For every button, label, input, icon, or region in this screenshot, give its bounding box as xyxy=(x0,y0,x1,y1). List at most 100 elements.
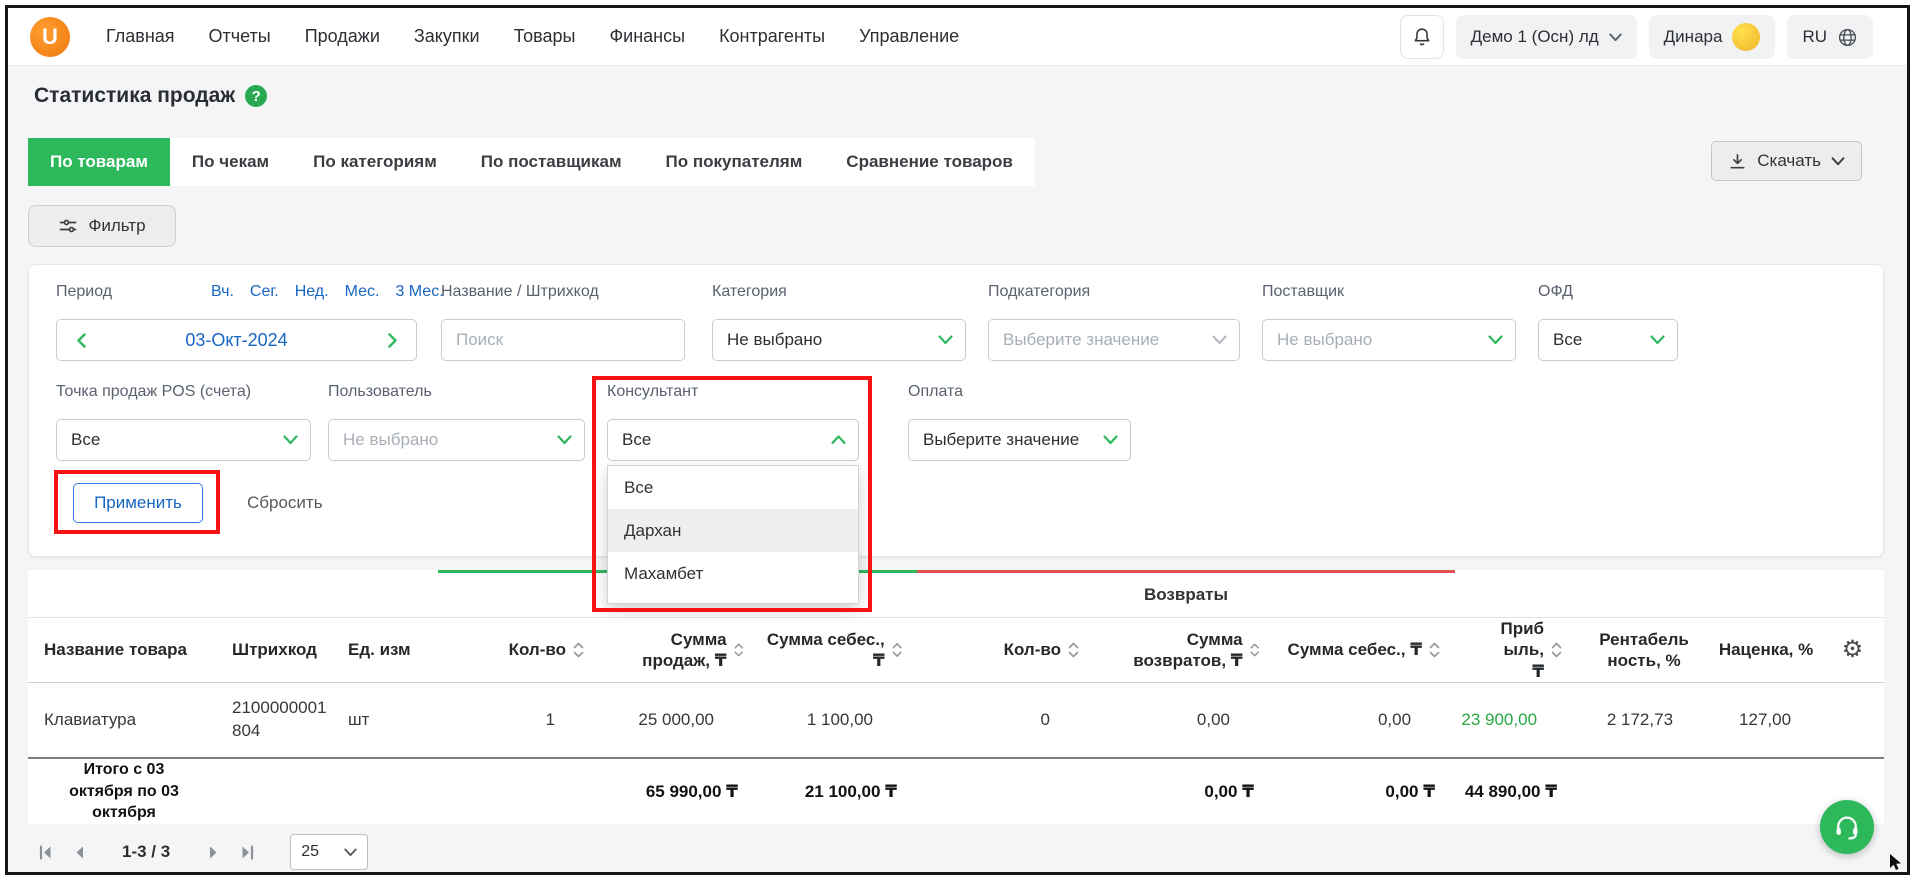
consultant-option-all[interactable]: Все xyxy=(608,466,858,509)
column-header-sales-sum[interactable]: Сумма продаж, ₸ xyxy=(599,617,758,683)
user-name: Динара xyxy=(1663,27,1723,46)
filter-icon xyxy=(60,219,77,233)
column-header-profit[interactable]: Прибыль, ₸ xyxy=(1455,617,1578,683)
column-settings-button[interactable]: ⚙ xyxy=(1821,617,1885,683)
quick-yesterday[interactable]: Вч. xyxy=(211,283,234,301)
support-chat-button[interactable] xyxy=(1820,800,1874,854)
column-header-cost-sum[interactable]: Сумма себес., ₸ xyxy=(758,617,917,683)
date-display[interactable]: 03-Окт-2024 xyxy=(105,320,368,360)
field-category: Категория Не выбрано xyxy=(712,283,966,361)
page-size-select[interactable]: 25 xyxy=(290,834,369,870)
totals-row: Итого с 03 октября по 03 октября 65 990,… xyxy=(28,757,1885,825)
pos-select[interactable]: Все xyxy=(56,419,311,461)
tab-by-buyers[interactable]: По покупателям xyxy=(643,138,825,186)
nav-item-sales[interactable]: Продажи xyxy=(305,26,380,47)
nav-item-counterparties[interactable]: Контрагенты xyxy=(719,26,825,47)
ofd-select[interactable]: Все xyxy=(1538,319,1678,361)
sort-icon xyxy=(1429,642,1440,658)
category-select[interactable]: Не выбрано xyxy=(712,319,966,361)
tab-by-categories[interactable]: По категориям xyxy=(291,138,459,186)
supplier-select[interactable]: Не выбрано xyxy=(1262,319,1516,361)
profitability-cell: 2 172,73 xyxy=(1606,710,1674,729)
totals-sales-sum: 65 990,00 ₸ xyxy=(599,757,758,825)
qty-cell: 1 xyxy=(545,710,555,729)
column-header-qty[interactable]: Кол-во xyxy=(438,617,599,683)
help-icon[interactable]: ? xyxy=(245,85,268,107)
chevron-up-icon xyxy=(831,435,846,445)
return-cost-cell: 0,00 xyxy=(1377,710,1412,729)
nav-item-products[interactable]: Товары xyxy=(514,26,576,47)
company-name: Демо 1 (Осн) лд xyxy=(1470,27,1599,46)
app-logo[interactable]: U xyxy=(30,16,70,57)
column-header-return-qty[interactable]: Кол-во xyxy=(917,617,1094,683)
field-subcategory: Подкатегория Выберите значение xyxy=(988,283,1240,361)
download-icon xyxy=(1730,153,1745,169)
tab-by-receipts[interactable]: По чекам xyxy=(169,138,292,186)
bell-icon xyxy=(1414,28,1430,46)
apply-button[interactable]: Применить xyxy=(73,483,203,523)
download-button[interactable]: Скачать xyxy=(1711,141,1862,181)
first-page-icon xyxy=(39,844,50,860)
period-prev-button[interactable] xyxy=(57,320,105,360)
consultant-option-darkhan[interactable]: Дархан xyxy=(608,509,858,552)
totals-label: Итого с 03 октября по 03 октября xyxy=(28,757,220,825)
quick-week[interactable]: Нед. xyxy=(295,283,329,301)
globe-icon xyxy=(1838,28,1857,46)
chevron-down-icon xyxy=(1831,156,1845,165)
pos-label: Точка продаж POS (счета) xyxy=(56,383,252,400)
chevron-down-icon xyxy=(1650,335,1665,345)
field-supplier: Поставщик Не выбрано xyxy=(1262,283,1516,361)
prev-page-button[interactable] xyxy=(62,835,96,869)
tab-by-products[interactable]: По товарам xyxy=(28,138,170,186)
company-selector[interactable]: Демо 1 (Осн) лд xyxy=(1455,15,1637,59)
supplier-value: Не выбрано xyxy=(1277,330,1373,349)
nav-item-home[interactable]: Главная xyxy=(106,26,175,47)
nav-item-finance[interactable]: Финансы xyxy=(609,26,685,47)
product-name-cell: Клавиатура xyxy=(44,710,137,729)
group-header-blank-right xyxy=(1455,571,1885,618)
period-next-button[interactable] xyxy=(368,320,416,360)
field-consultant: Консультант Все xyxy=(607,383,859,461)
field-pos: Точка продаж POS (счета) Все xyxy=(56,383,311,461)
language-code: RU xyxy=(1802,27,1827,46)
notifications-button[interactable] xyxy=(1399,15,1444,59)
reset-button[interactable]: Сбросить xyxy=(227,483,343,523)
chevron-right-icon xyxy=(387,332,397,348)
next-page-button[interactable] xyxy=(196,835,230,869)
sales-sum-cell: 25 000,00 xyxy=(638,710,714,729)
tab-by-suppliers[interactable]: По поставщикам xyxy=(458,138,644,186)
logo-letter: U xyxy=(42,23,58,49)
quick-today[interactable]: Сег. xyxy=(250,283,279,301)
last-page-button[interactable] xyxy=(230,835,264,869)
chevron-down-icon xyxy=(1212,335,1227,345)
app-window: U Главная Отчеты Продажи Закупки Товары … xyxy=(5,5,1910,875)
nav-item-management[interactable]: Управление xyxy=(859,26,959,47)
payment-select[interactable]: Выберите значение xyxy=(908,419,1131,461)
subcategory-select[interactable]: Выберите значение xyxy=(988,319,1240,361)
table-row[interactable]: Клавиатура 2100000001804 шт 1 25 000,00 … xyxy=(28,682,1884,758)
first-page-button[interactable] xyxy=(28,835,62,869)
totals-return-cost: 0,00 ₸ xyxy=(1274,757,1456,825)
consultant-select[interactable]: Все xyxy=(607,419,859,461)
language-selector[interactable]: RU xyxy=(1787,15,1873,59)
consultant-option-makhambet[interactable]: Махамбет xyxy=(608,552,858,595)
user-menu[interactable]: Динара xyxy=(1648,15,1776,59)
pagination: 1-3 / 3 25 xyxy=(28,834,369,870)
chevron-down-icon xyxy=(938,335,953,345)
nav-item-purchases[interactable]: Закупки xyxy=(414,26,480,47)
quick-3months[interactable]: 3 Мес. xyxy=(395,283,443,301)
consultant-value: Все xyxy=(622,430,652,449)
user-select[interactable]: Не выбрано xyxy=(328,419,585,461)
column-header-return-cost[interactable]: Сумма себес., ₸ xyxy=(1274,617,1456,683)
tab-product-comparison[interactable]: Сравнение товаров xyxy=(824,138,1035,186)
totals-cost-sum: 21 100,00 ₸ xyxy=(758,757,917,825)
column-header-return-sum[interactable]: Сумма возвратов, ₸ xyxy=(1094,617,1274,683)
nav-item-reports[interactable]: Отчеты xyxy=(209,26,271,47)
last-page-icon xyxy=(242,844,253,860)
search-input[interactable] xyxy=(441,319,685,361)
quick-month[interactable]: Мес. xyxy=(345,283,380,301)
column-header-barcode: Штрихкод xyxy=(220,617,330,683)
supplier-label: Поставщик xyxy=(1262,283,1345,300)
payment-label: Оплата xyxy=(908,383,964,400)
filter-toggle-button[interactable]: Фильтр xyxy=(28,205,176,247)
